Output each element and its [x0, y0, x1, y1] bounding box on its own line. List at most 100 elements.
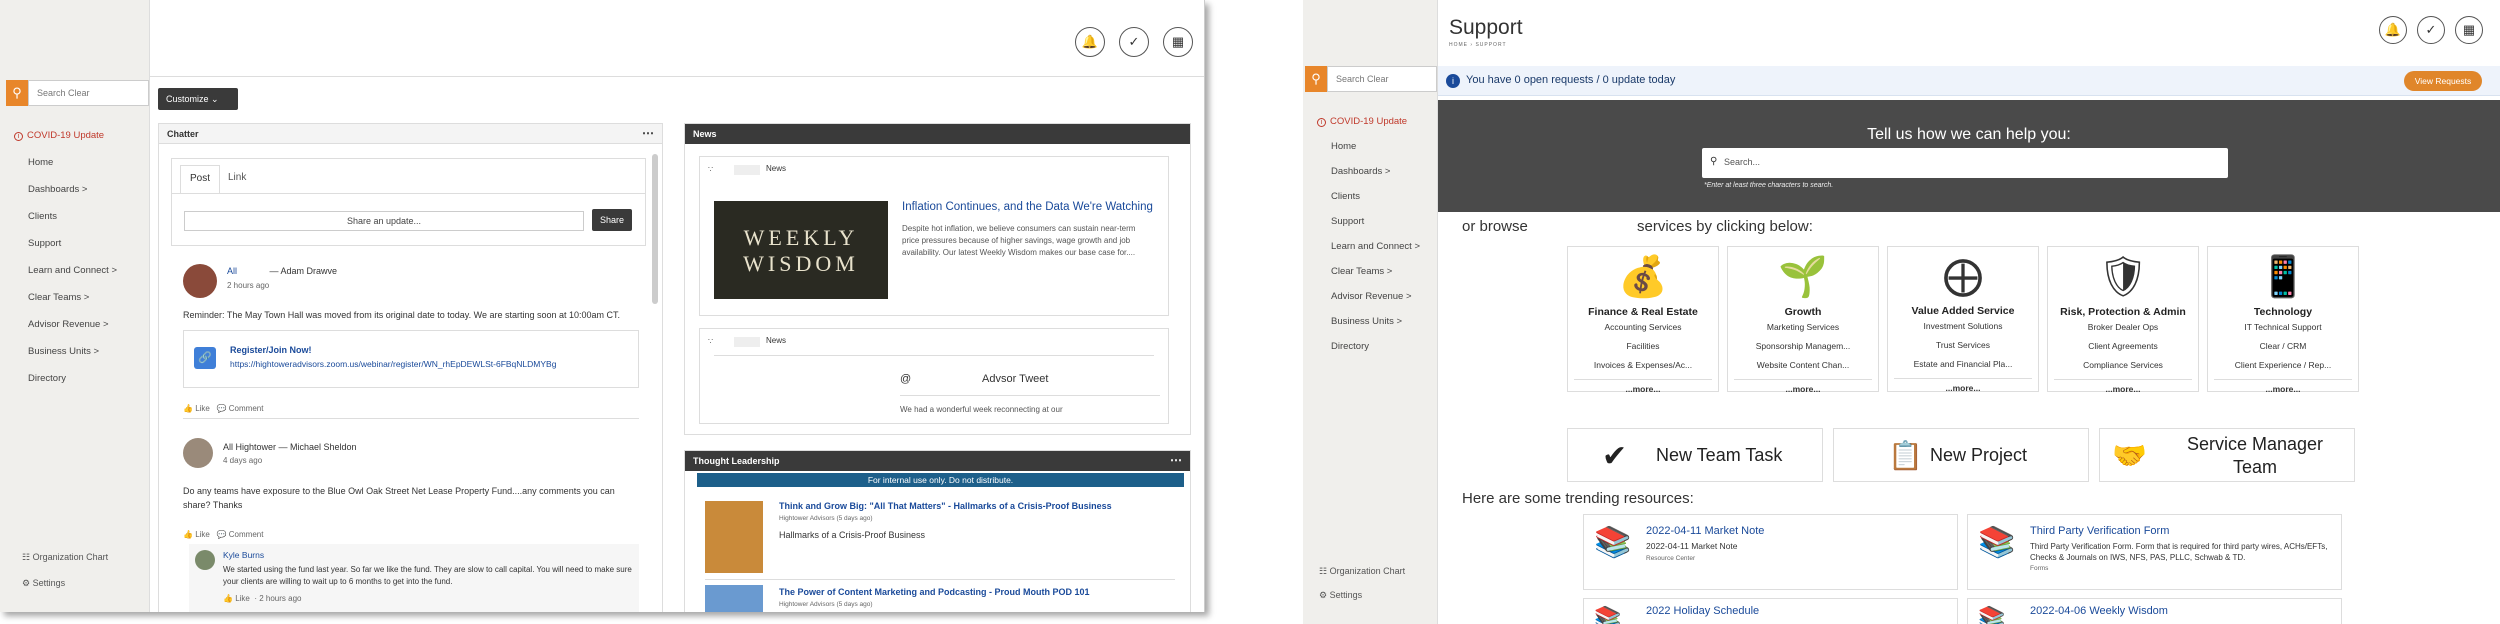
- link-url[interactable]: https://hightoweradvisors.zoom.us/webina…: [230, 359, 556, 369]
- tile-finance[interactable]: 💰 Finance & Real Estate Accounting Servi…: [1567, 246, 1719, 394]
- share-input[interactable]: Share an update...: [184, 211, 584, 231]
- comment-button[interactable]: Comment: [229, 530, 264, 539]
- sidebar-item-advisor-revenue[interactable]: Advisor Revenue >: [0, 317, 149, 344]
- tab-post[interactable]: Post: [180, 165, 220, 193]
- checkmark-icon[interactable]: ✓: [2417, 16, 2445, 44]
- tile-risk[interactable]: 🛡 Risk, Protection & Admin Broker Dealer…: [2047, 246, 2199, 394]
- avatar[interactable]: [195, 550, 215, 570]
- search-bar[interactable]: ⚲ Search Clear: [6, 80, 149, 106]
- sidebar-item-clients[interactable]: Clients: [1303, 189, 1437, 214]
- sidebar-item-dashboards[interactable]: Dashboards >: [1303, 164, 1437, 189]
- avatar[interactable]: [183, 264, 217, 298]
- new-team-task-button[interactable]: ✔ New Team Task: [1567, 428, 1823, 482]
- tile-more[interactable]: ...more...: [1734, 379, 1872, 394]
- tile-technology[interactable]: 📱 Technology IT Technical Support Clear …: [2207, 246, 2359, 394]
- resource-title[interactable]: 2022-04-11 Market Note: [1646, 525, 1764, 537]
- resource-title[interactable]: Third Party Verification Form: [2030, 525, 2169, 537]
- more-icon[interactable]: ⋯: [1170, 450, 1182, 470]
- tile-more[interactable]: ...more...: [1894, 378, 2032, 393]
- sidebar-item-home[interactable]: Home: [0, 155, 149, 182]
- article-thumbnail[interactable]: [705, 501, 763, 573]
- tile-link[interactable]: Clear / CRM: [2208, 337, 2358, 356]
- like-button[interactable]: Like: [195, 404, 210, 413]
- customize-button[interactable]: Customize ⌄: [158, 88, 238, 110]
- more-icon[interactable]: ⋯: [642, 123, 654, 143]
- share-button[interactable]: Share: [592, 209, 632, 231]
- resource-title[interactable]: 2022 Holiday Schedule: [1646, 605, 1759, 617]
- link-preview[interactable]: 🔗 Register/Join Now! https://hightowerad…: [183, 330, 639, 388]
- search-icon[interactable]: ⚲: [6, 80, 28, 106]
- breadcrumb[interactable]: HOME › SUPPORT: [1449, 42, 1507, 48]
- search-bar[interactable]: ⚲ Search Clear: [1305, 66, 1437, 92]
- sidebar-item-clear-teams[interactable]: Clear Teams >: [0, 290, 149, 317]
- new-project-button[interactable]: 📋 New Project: [1833, 428, 2089, 482]
- sidebar-item-dashboards[interactable]: Dashboards >: [0, 182, 149, 209]
- sidebar-item-directory[interactable]: Directory: [1303, 339, 1437, 364]
- hero-search-input[interactable]: Search...: [1724, 157, 1760, 167]
- tile-link[interactable]: IT Technical Support: [2208, 318, 2358, 337]
- scrollbar[interactable]: [652, 154, 658, 304]
- tweet-title[interactable]: Advsor Tweet: [982, 373, 1048, 385]
- like-button[interactable]: Like: [235, 594, 250, 603]
- grid-icon[interactable]: ▦: [1163, 27, 1193, 57]
- sidebar-item-covid[interactable]: i COVID-19 Update: [0, 128, 149, 155]
- tile-link[interactable]: Estate and Financial Pla...: [1888, 355, 2038, 374]
- settings-link[interactable]: ⚙ Settings: [22, 578, 65, 589]
- sidebar-item-home[interactable]: Home: [1303, 139, 1437, 164]
- weekly-wisdom-thumbnail[interactable]: WEEKLY WISDOM: [714, 201, 888, 299]
- reply-author[interactable]: Kyle Burns: [223, 550, 264, 560]
- tile-link[interactable]: Accounting Services: [1568, 318, 1718, 337]
- bell-icon[interactable]: 🔔: [1075, 27, 1105, 57]
- sidebar-item-support[interactable]: Support: [0, 236, 149, 263]
- tile-link[interactable]: Client Agreements: [2048, 337, 2198, 356]
- sidebar-item-support[interactable]: Support: [1303, 214, 1437, 239]
- link-title[interactable]: Register/Join Now!: [230, 345, 312, 355]
- sidebar-item-advisor-revenue[interactable]: Advisor Revenue >: [1303, 289, 1437, 314]
- tile-link[interactable]: Sponsorship Managem...: [1728, 337, 1878, 356]
- search-icon[interactable]: ⚲: [1305, 66, 1327, 92]
- tile-growth[interactable]: 🌱 Growth Marketing Services Sponsorship …: [1727, 246, 1879, 394]
- tile-more[interactable]: ...more...: [1574, 379, 1712, 394]
- tile-more[interactable]: ...more...: [2214, 379, 2352, 394]
- sidebar-item-directory[interactable]: Directory: [0, 371, 149, 398]
- article-title[interactable]: The Power of Content Marketing and Podca…: [779, 587, 1179, 597]
- comment-button[interactable]: Comment: [229, 404, 264, 413]
- checkmark-icon[interactable]: ✓: [1119, 27, 1149, 57]
- news-card[interactable]: ∵ News @ Advsor Tweet We had a wonderful…: [699, 328, 1169, 424]
- tile-link[interactable]: Facilities: [1568, 337, 1718, 356]
- tile-link[interactable]: Investment Solutions: [1888, 317, 2038, 336]
- tile-link[interactable]: Compliance Services: [2048, 356, 2198, 375]
- like-button[interactable]: Like: [195, 530, 210, 539]
- avatar[interactable]: [183, 438, 213, 468]
- bell-icon[interactable]: 🔔: [2379, 16, 2407, 44]
- sidebar-item-clear-teams[interactable]: Clear Teams >: [1303, 264, 1437, 289]
- hero-search[interactable]: ⚲ Search...: [1702, 148, 2228, 178]
- tile-link[interactable]: Website Content Chan...: [1728, 356, 1878, 375]
- org-chart-link[interactable]: ☷ Organization Chart: [1319, 566, 1405, 577]
- news-headline[interactable]: Inflation Continues, and the Data We're …: [902, 201, 1153, 213]
- service-manager-team-button[interactable]: 🤝 Service Manager Team: [2099, 428, 2355, 482]
- tile-link[interactable]: Marketing Services: [1728, 318, 1878, 337]
- tile-link[interactable]: Broker Dealer Ops: [2048, 318, 2198, 337]
- search-input[interactable]: Search Clear: [1327, 66, 1437, 92]
- tile-value-added[interactable]: ⨁ Value Added Service Investment Solutio…: [1887, 246, 2039, 393]
- sidebar-item-clients[interactable]: Clients: [0, 209, 149, 236]
- tile-more[interactable]: ...more...: [2054, 379, 2192, 394]
- resource-card[interactable]: 📚 2022-04-11 Market Note 2022-04-11 Mark…: [1583, 514, 1958, 590]
- resource-card[interactable]: 📚 2022-04-06 Weekly Wisdom: [1967, 598, 2342, 624]
- resource-card[interactable]: 📚 2022 Holiday Schedule: [1583, 598, 1958, 624]
- tile-link[interactable]: Invoices & Expenses/Ac...: [1568, 356, 1718, 375]
- sidebar-item-business-units[interactable]: Business Units >: [1303, 314, 1437, 339]
- view-requests-button[interactable]: View Requests: [2404, 71, 2482, 91]
- resource-title[interactable]: 2022-04-06 Weekly Wisdom: [2030, 605, 2168, 617]
- settings-link[interactable]: ⚙ Settings: [1319, 590, 1362, 601]
- tile-link[interactable]: Trust Services: [1888, 336, 2038, 355]
- news-card[interactable]: ∵ News WEEKLY WISDOM Inflation Continues…: [699, 156, 1169, 316]
- sidebar-item-covid[interactable]: i COVID-19 Update: [1303, 114, 1437, 139]
- sidebar-item-business-units[interactable]: Business Units >: [0, 344, 149, 371]
- search-input[interactable]: Search Clear: [28, 80, 149, 106]
- post-header[interactable]: All Hightower — Michael Sheldon: [223, 442, 357, 452]
- article-thumbnail[interactable]: [705, 585, 763, 612]
- grid-icon[interactable]: ▦: [2455, 16, 2483, 44]
- article-title[interactable]: Think and Grow Big: "All That Matters" -…: [779, 501, 1179, 511]
